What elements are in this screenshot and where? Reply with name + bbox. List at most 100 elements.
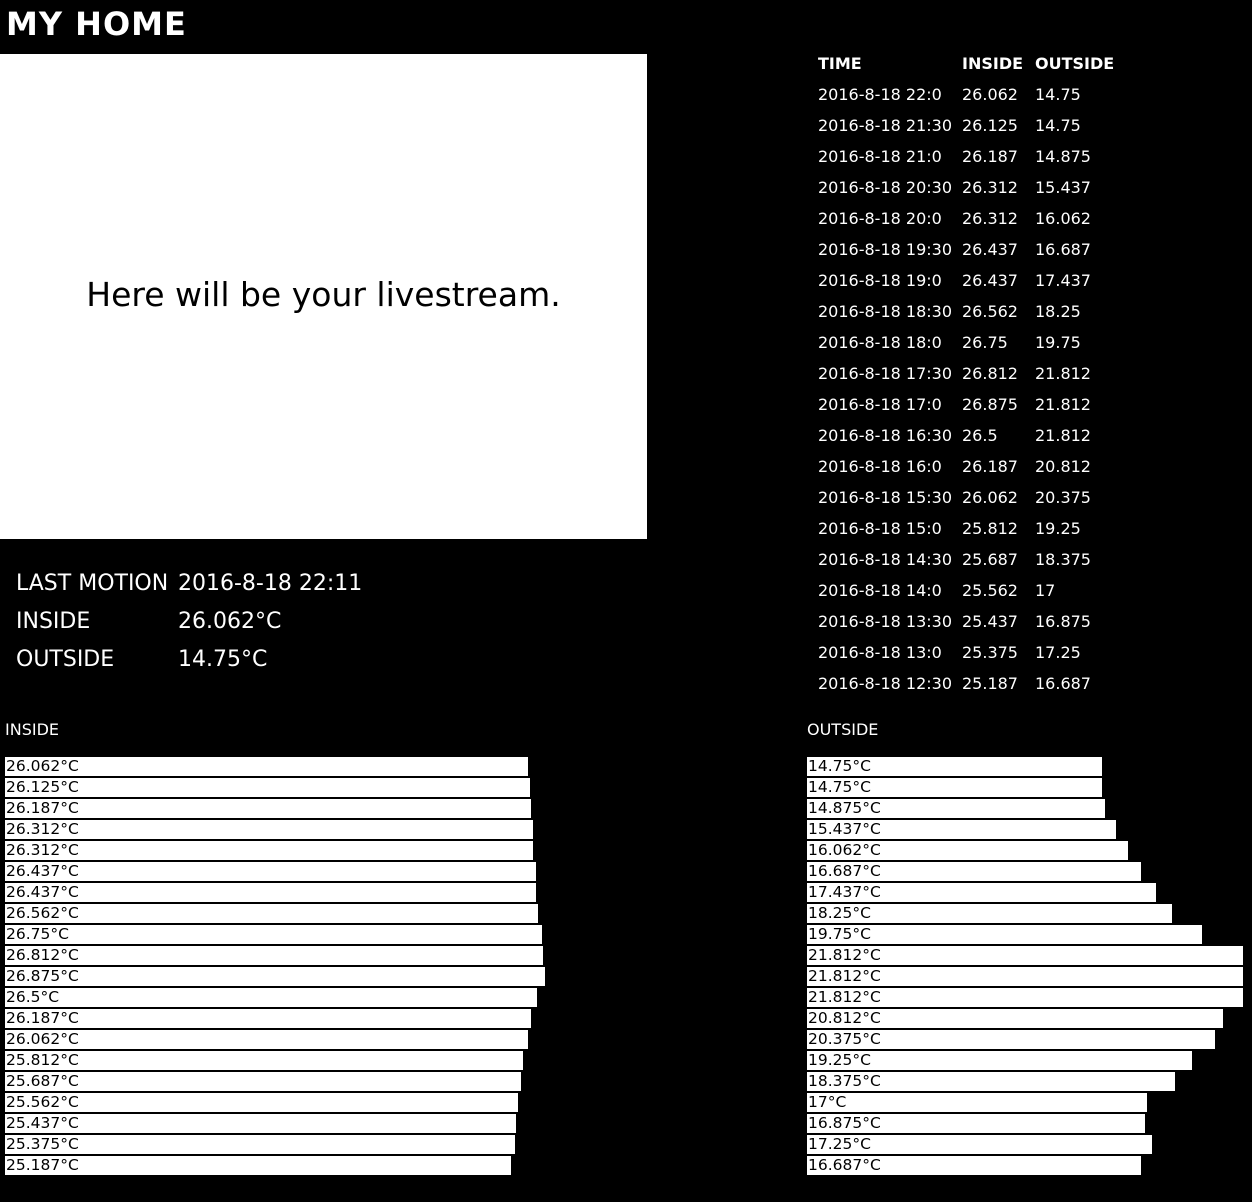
log-cell-outside: 19.75 (1035, 333, 1081, 352)
log-cell-time: 2016-8-18 21:0 (818, 147, 942, 166)
log-row: 2016-8-18 13:0 25.375 17.25 (818, 637, 1114, 668)
outside-bar: 20.812°C (807, 1009, 1223, 1028)
log-cell-time: 2016-8-18 22:0 (818, 85, 942, 104)
inside-bar: 26.187°C (5, 799, 531, 818)
log-cell-outside: 20.812 (1035, 457, 1091, 476)
log-cell-time: 2016-8-18 12:30 (818, 674, 952, 693)
inside-bar: 26.062°C (5, 1030, 528, 1049)
log-cell-outside: 17.437 (1035, 271, 1091, 290)
inside-bar: 26.312°C (5, 820, 533, 839)
log-cell-inside: 26.875 (962, 395, 1018, 414)
log-cell-inside: 25.187 (962, 674, 1018, 693)
outside-label: OUTSIDE (16, 646, 115, 672)
outside-bar: 16.687°C (807, 1156, 1141, 1175)
inside-bar: 26.812°C (5, 946, 543, 965)
log-cell-inside: 25.687 (962, 550, 1018, 569)
inside-label: INSIDE (16, 608, 91, 634)
inside-bar: 26.312°C (5, 841, 533, 860)
inside-value: 26.062°C (178, 608, 282, 634)
outside-bar: 19.25°C (807, 1051, 1192, 1070)
log-row: 2016-8-18 21:0 26.187 14.875 (818, 141, 1114, 172)
log-cell-outside: 17 (1035, 581, 1056, 600)
outside-bar: 15.437°C (807, 820, 1116, 839)
log-cell-time: 2016-8-18 21:30 (818, 116, 952, 135)
log-row: 2016-8-18 22:0 26.062 14.75 (818, 79, 1114, 110)
log-cell-outside: 18.25 (1035, 302, 1081, 321)
outside-bar: 21.812°C (807, 988, 1243, 1007)
log-row: 2016-8-18 20:30 26.312 15.437 (818, 172, 1114, 203)
log-row: 2016-8-18 14:0 25.562 17 (818, 575, 1114, 606)
log-cell-outside: 18.375 (1035, 550, 1091, 569)
log-row: 2016-8-18 15:30 26.062 20.375 (818, 482, 1114, 513)
log-row: 2016-8-18 17:0 26.875 21.812 (818, 389, 1114, 420)
outside-bar: 17.25°C (807, 1135, 1152, 1154)
outside-bar: 21.812°C (807, 967, 1243, 986)
outside-bar: 18.375°C (807, 1072, 1175, 1091)
log-cell-inside: 26.562 (962, 302, 1018, 321)
log-cell-outside: 16.062 (1035, 209, 1091, 228)
log-cell-time: 2016-8-18 13:30 (818, 612, 952, 631)
log-cell-outside: 21.812 (1035, 364, 1091, 383)
inside-bar: 25.375°C (5, 1135, 515, 1154)
log-cell-outside: 14.75 (1035, 85, 1081, 104)
inside-bar: 26.437°C (5, 862, 536, 881)
outside-bar: 19.75°C (807, 925, 1202, 944)
last-motion-label: LAST MOTION (16, 570, 169, 596)
log-header-row: TIME INSIDE OUTSIDE (818, 48, 1114, 79)
log-cell-time: 2016-8-18 19:30 (818, 240, 952, 259)
log-header-outside: OUTSIDE (1035, 54, 1115, 73)
outside-bar: 16.687°C (807, 862, 1141, 881)
inside-bar: 25.437°C (5, 1114, 516, 1133)
log-cell-time: 2016-8-18 19:0 (818, 271, 942, 290)
inside-bar-chart: 26.062°C 26.125°C 26.187°C 26.312°C 26.312°C… (5, 757, 545, 1177)
log-cell-time: 2016-8-18 15:0 (818, 519, 942, 538)
outside-bar: 16.062°C (807, 841, 1128, 860)
log-cell-inside: 26.312 (962, 209, 1018, 228)
log-row: 2016-8-18 19:0 26.437 17.437 (818, 265, 1114, 296)
outside-bar: 14.75°C (807, 757, 1102, 776)
log-cell-time: 2016-8-18 13:0 (818, 643, 942, 662)
log-header-inside: INSIDE (962, 54, 1024, 73)
log-cell-time: 2016-8-18 14:30 (818, 550, 952, 569)
log-cell-time: 2016-8-18 15:30 (818, 488, 952, 507)
log-cell-outside: 15.437 (1035, 178, 1091, 197)
log-cell-outside: 16.687 (1035, 674, 1091, 693)
log-row: 2016-8-18 12:30 25.187 16.687 (818, 668, 1114, 699)
inside-bar: 25.687°C (5, 1072, 521, 1091)
status-table: LAST MOTION 2016-8-18 22:11 INSIDE 26.06… (16, 564, 362, 678)
inside-bar: 26.875°C (5, 967, 545, 986)
log-cell-outside: 20.375 (1035, 488, 1091, 507)
inside-bar: 26.5°C (5, 988, 537, 1007)
inside-bar: 25.562°C (5, 1093, 518, 1112)
outside-bar: 21.812°C (807, 946, 1243, 965)
log-cell-outside: 14.75 (1035, 116, 1081, 135)
last-motion-value: 2016-8-18 22:11 (178, 570, 363, 596)
log-cell-time: 2016-8-18 16:30 (818, 426, 952, 445)
log-cell-time: 2016-8-18 20:30 (818, 178, 952, 197)
log-cell-inside: 26.125 (962, 116, 1018, 135)
outside-bar: 16.875°C (807, 1114, 1145, 1133)
log-row: 2016-8-18 18:0 26.75 19.75 (818, 327, 1114, 358)
log-cell-inside: 26.062 (962, 85, 1018, 104)
log-body: 2016-8-18 22:0 26.062 14.75 2016-8-18 21:30… (818, 79, 1114, 699)
log-cell-inside: 25.562 (962, 581, 1018, 600)
outside-value: 14.75°C (178, 646, 268, 672)
log-cell-time: 2016-8-18 18:30 (818, 302, 952, 321)
log-cell-inside: 26.437 (962, 271, 1018, 290)
log-row: 2016-8-18 20:0 26.312 16.062 (818, 203, 1114, 234)
status-row-outside: OUTSIDE 14.75°C (16, 640, 362, 678)
inside-bar: 26.75°C (5, 925, 542, 944)
log-cell-outside: 21.812 (1035, 395, 1091, 414)
inside-chart-title: INSIDE (5, 720, 59, 739)
page-title: MY HOME (6, 5, 187, 43)
log-cell-outside: 16.875 (1035, 612, 1091, 631)
inside-bar: 26.187°C (5, 1009, 531, 1028)
livestream-panel: Here will be your livestream. (0, 54, 647, 539)
status-row-last-motion: LAST MOTION 2016-8-18 22:11 (16, 564, 362, 602)
outside-chart-title: OUTSIDE (807, 720, 879, 739)
log-row: 2016-8-18 16:30 26.5 21.812 (818, 420, 1114, 451)
inside-bar: 26.562°C (5, 904, 538, 923)
page: MY HOME Here will be your livestream. LA… (0, 0, 1252, 1202)
inside-bar: 26.062°C (5, 757, 528, 776)
log-cell-inside: 26.062 (962, 488, 1018, 507)
